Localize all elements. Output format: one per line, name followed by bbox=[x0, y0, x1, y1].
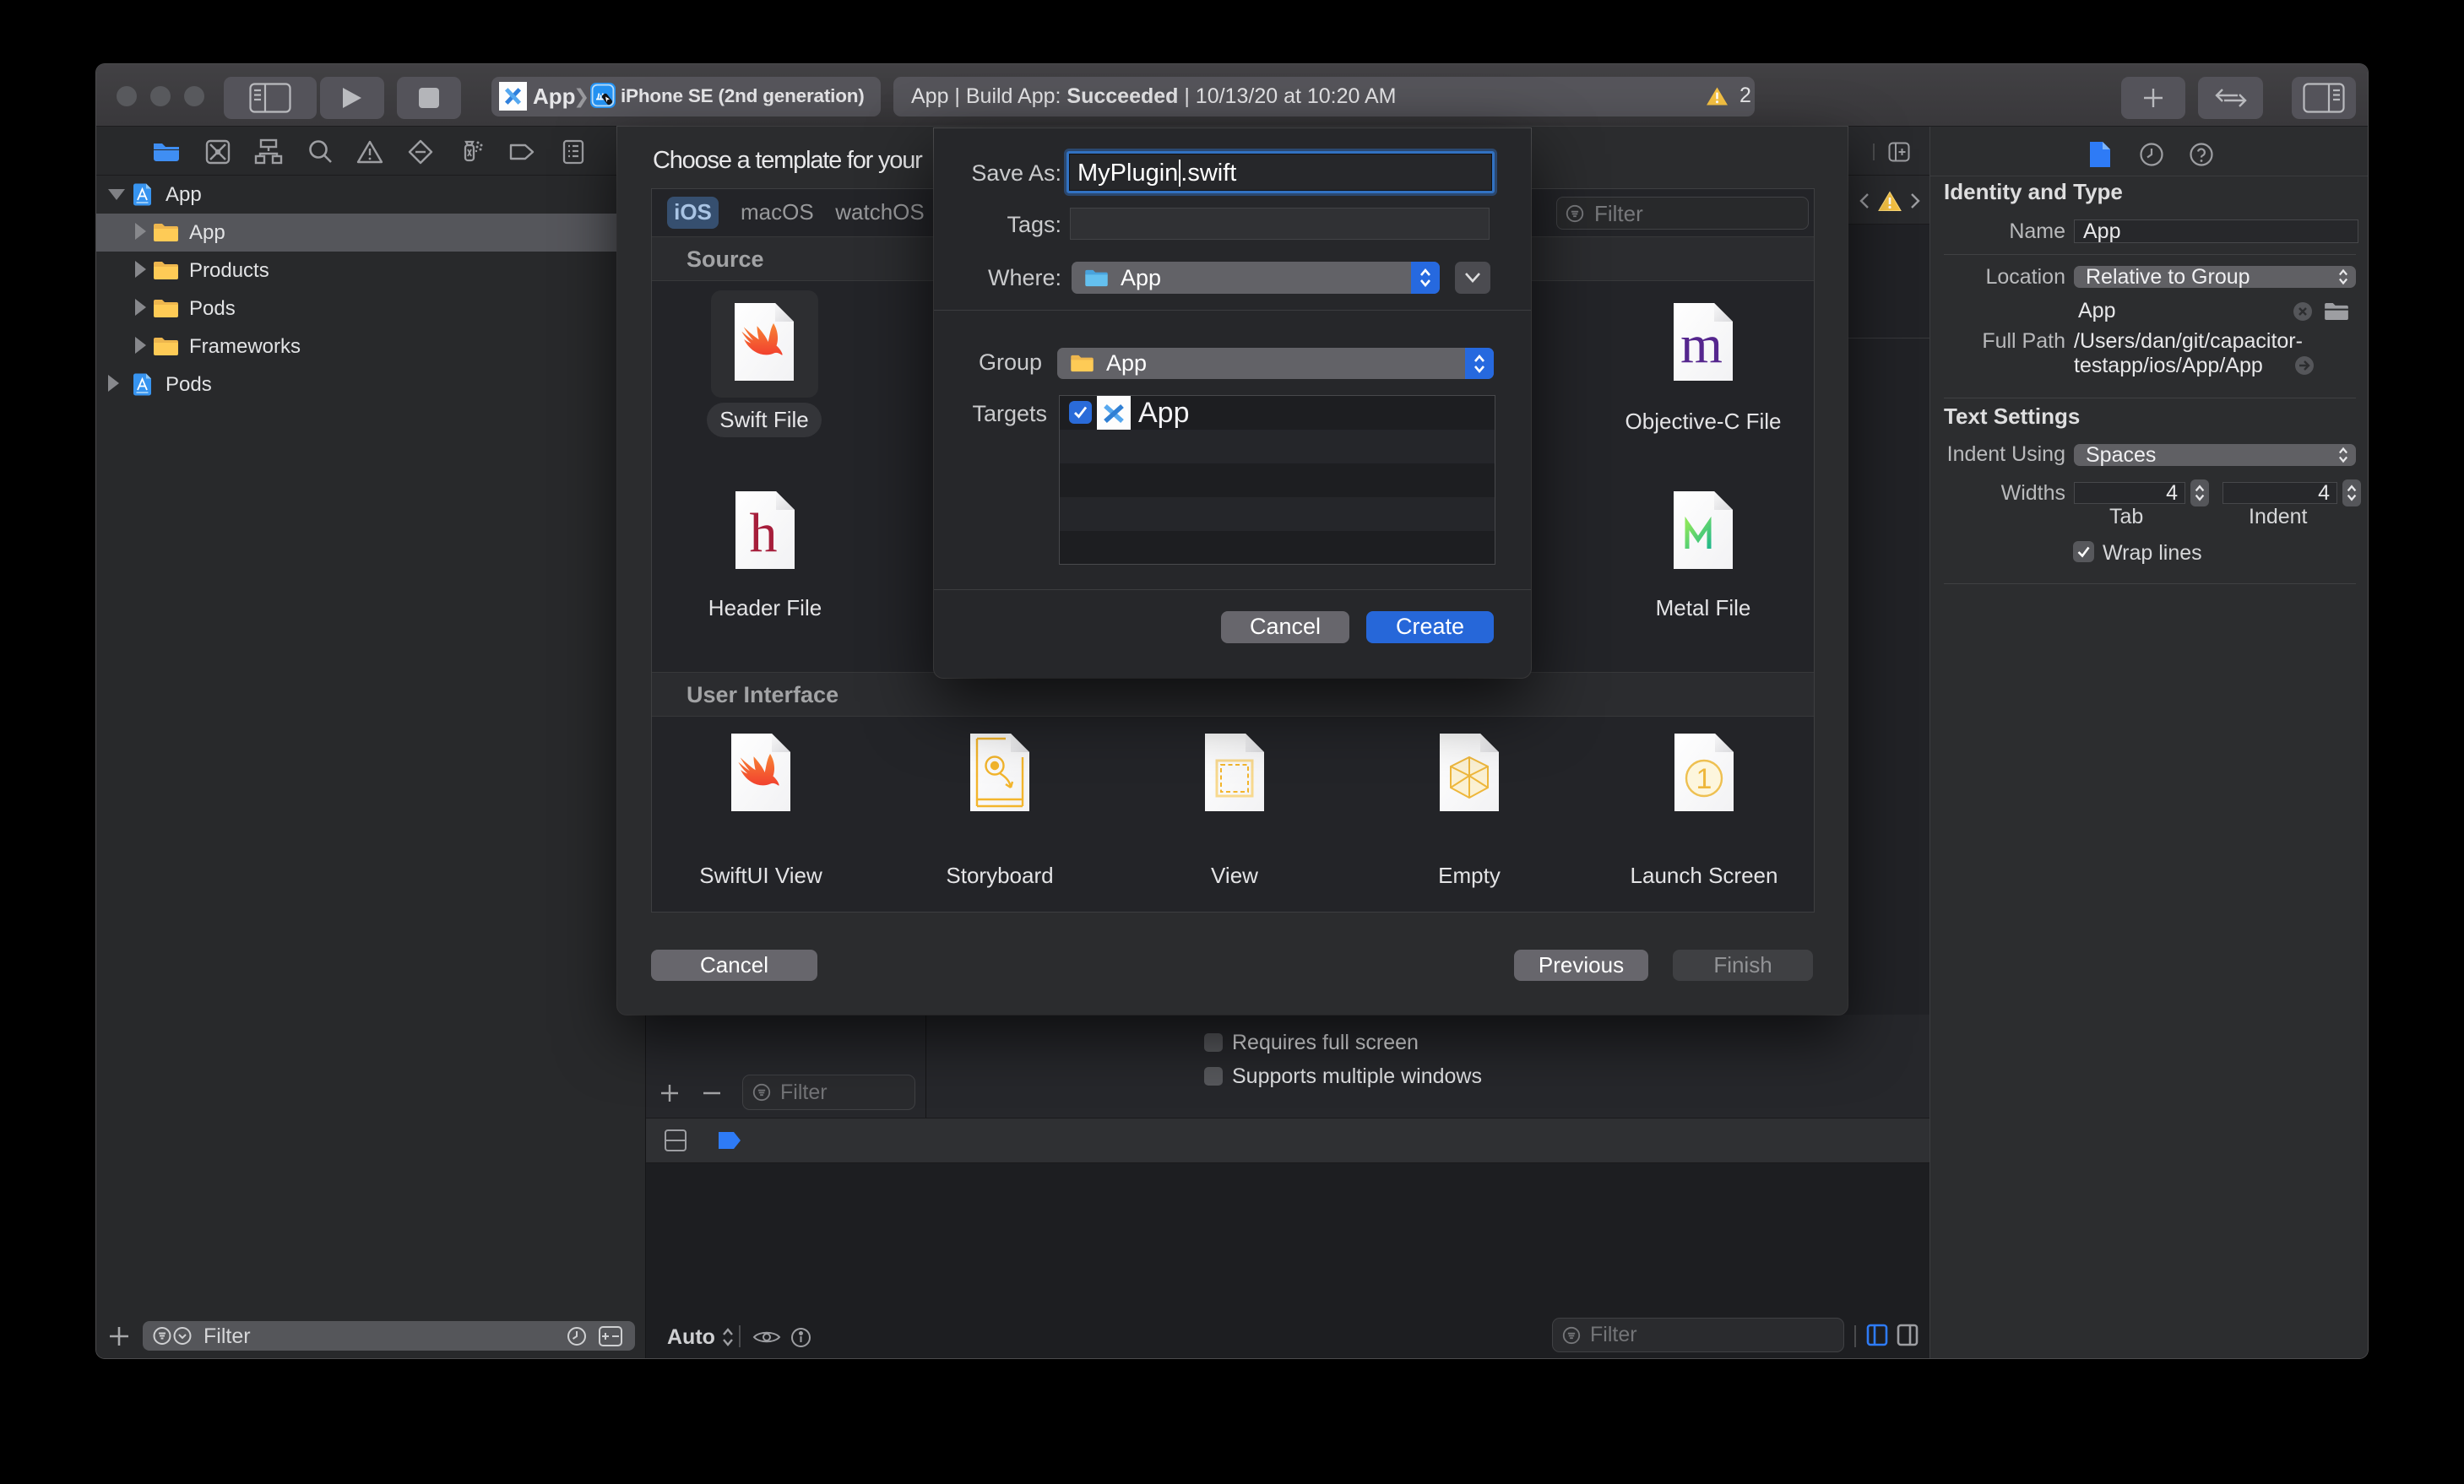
svg-text:h: h bbox=[750, 502, 778, 564]
svg-text:1: 1 bbox=[1696, 763, 1712, 795]
svg-text:m: m bbox=[1680, 314, 1723, 374]
